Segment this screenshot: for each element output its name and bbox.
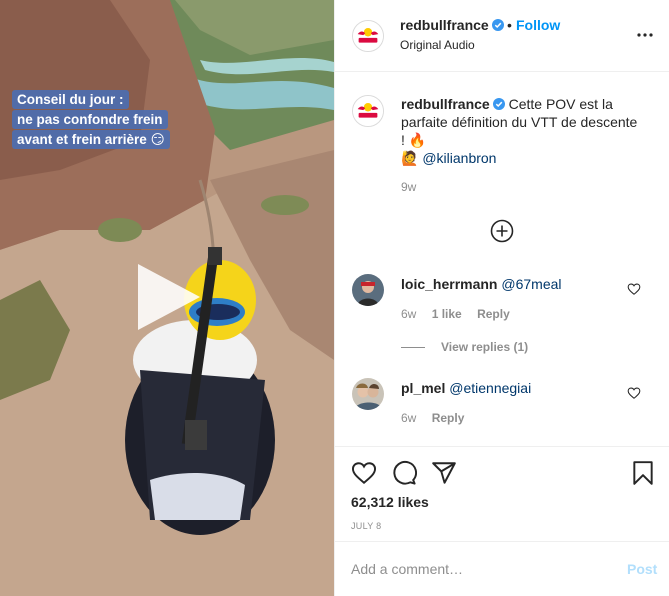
post-actions: 62,312 likes JULY 8 — [335, 446, 669, 541]
verified-badge-icon — [492, 98, 505, 110]
post-caption: redbullfrance Cette POV est la parfaite … — [401, 95, 641, 167]
comment-author[interactable]: loic_herrmann — [401, 276, 497, 292]
comment-mention[interactable]: @67meal — [501, 276, 561, 292]
story-caption-overlay: Conseil du jour : ne pas confondre frein… — [12, 90, 170, 150]
comment-time[interactable]: 6w — [401, 307, 416, 321]
post-comment-button[interactable]: Post — [627, 561, 657, 577]
caption-overlay-line: ne pas confondre frein — [12, 110, 168, 129]
comment-mention[interactable]: @etiennegiai — [449, 380, 531, 396]
comment-author[interactable]: pl_mel — [401, 380, 445, 396]
caption-overlay-line: Conseil du jour : — [12, 90, 129, 109]
redbull-logo-icon — [353, 96, 383, 126]
more-options-icon[interactable] — [633, 23, 657, 47]
comment-meta: 6w Reply — [401, 411, 476, 425]
comment-time[interactable]: 6w — [401, 411, 416, 425]
share-send-icon[interactable] — [431, 460, 457, 486]
post-video[interactable]: Conseil du jour : ne pas confondre frein… — [0, 0, 334, 596]
user-avatar-icon — [352, 274, 384, 306]
post-author-name[interactable]: redbullfrance — [400, 17, 489, 33]
avatar[interactable] — [352, 274, 384, 306]
comment-composer: Post — [335, 541, 669, 596]
follow-button[interactable]: Follow — [516, 17, 560, 33]
comments-list[interactable]: redbullfrance Cette POV est la parfaite … — [335, 73, 669, 445]
post-author[interactable]: redbullfrance — [400, 17, 504, 33]
load-more-comments-icon[interactable] — [490, 219, 514, 243]
reply-button[interactable]: Reply — [477, 307, 510, 321]
view-replies-button[interactable]: View replies (1) — [401, 340, 528, 354]
comment-input[interactable] — [351, 556, 611, 582]
caption-time[interactable]: 9w — [401, 180, 416, 194]
avatar[interactable] — [352, 95, 384, 127]
caption-mention[interactable]: @kilianbron — [422, 150, 496, 166]
redbull-logo-icon — [353, 21, 383, 51]
separator-dot: • — [507, 17, 512, 33]
comment-body: pl_mel @etiennegiai — [401, 380, 531, 396]
tag-emoji: 🙋 — [401, 150, 419, 166]
caption-overlay-line: avant et frein arrière 😏 — [12, 130, 170, 149]
post-date[interactable]: JULY 8 — [351, 521, 381, 531]
caption-author[interactable]: redbullfrance — [401, 96, 490, 112]
user-avatar-icon — [352, 378, 384, 410]
comment-body: loic_herrmann @67meal — [401, 276, 562, 292]
comment-meta: 6w 1 like Reply — [401, 307, 522, 321]
reply-button[interactable]: Reply — [432, 411, 465, 425]
avatar[interactable] — [352, 378, 384, 410]
view-replies-label[interactable]: View replies (1) — [441, 340, 528, 354]
comment-bubble-icon[interactable] — [391, 460, 417, 486]
like-comment-icon[interactable] — [627, 282, 641, 296]
post-header: redbullfrance • Follow Original Audio — [335, 0, 669, 72]
avatar[interactable] — [352, 20, 384, 52]
audio-label[interactable]: Original Audio — [400, 38, 475, 52]
like-heart-icon[interactable] — [351, 460, 377, 486]
play-icon[interactable] — [136, 262, 202, 332]
verified-badge-icon — [491, 19, 504, 31]
likes-count[interactable]: 62,312 likes — [351, 494, 429, 510]
like-comment-icon[interactable] — [627, 386, 641, 400]
save-bookmark-icon[interactable] — [630, 460, 656, 486]
comment-likes[interactable]: 1 like — [432, 307, 462, 321]
post-sidebar: redbullfrance • Follow Original Audio re… — [334, 0, 669, 596]
replies-divider — [401, 347, 425, 349]
